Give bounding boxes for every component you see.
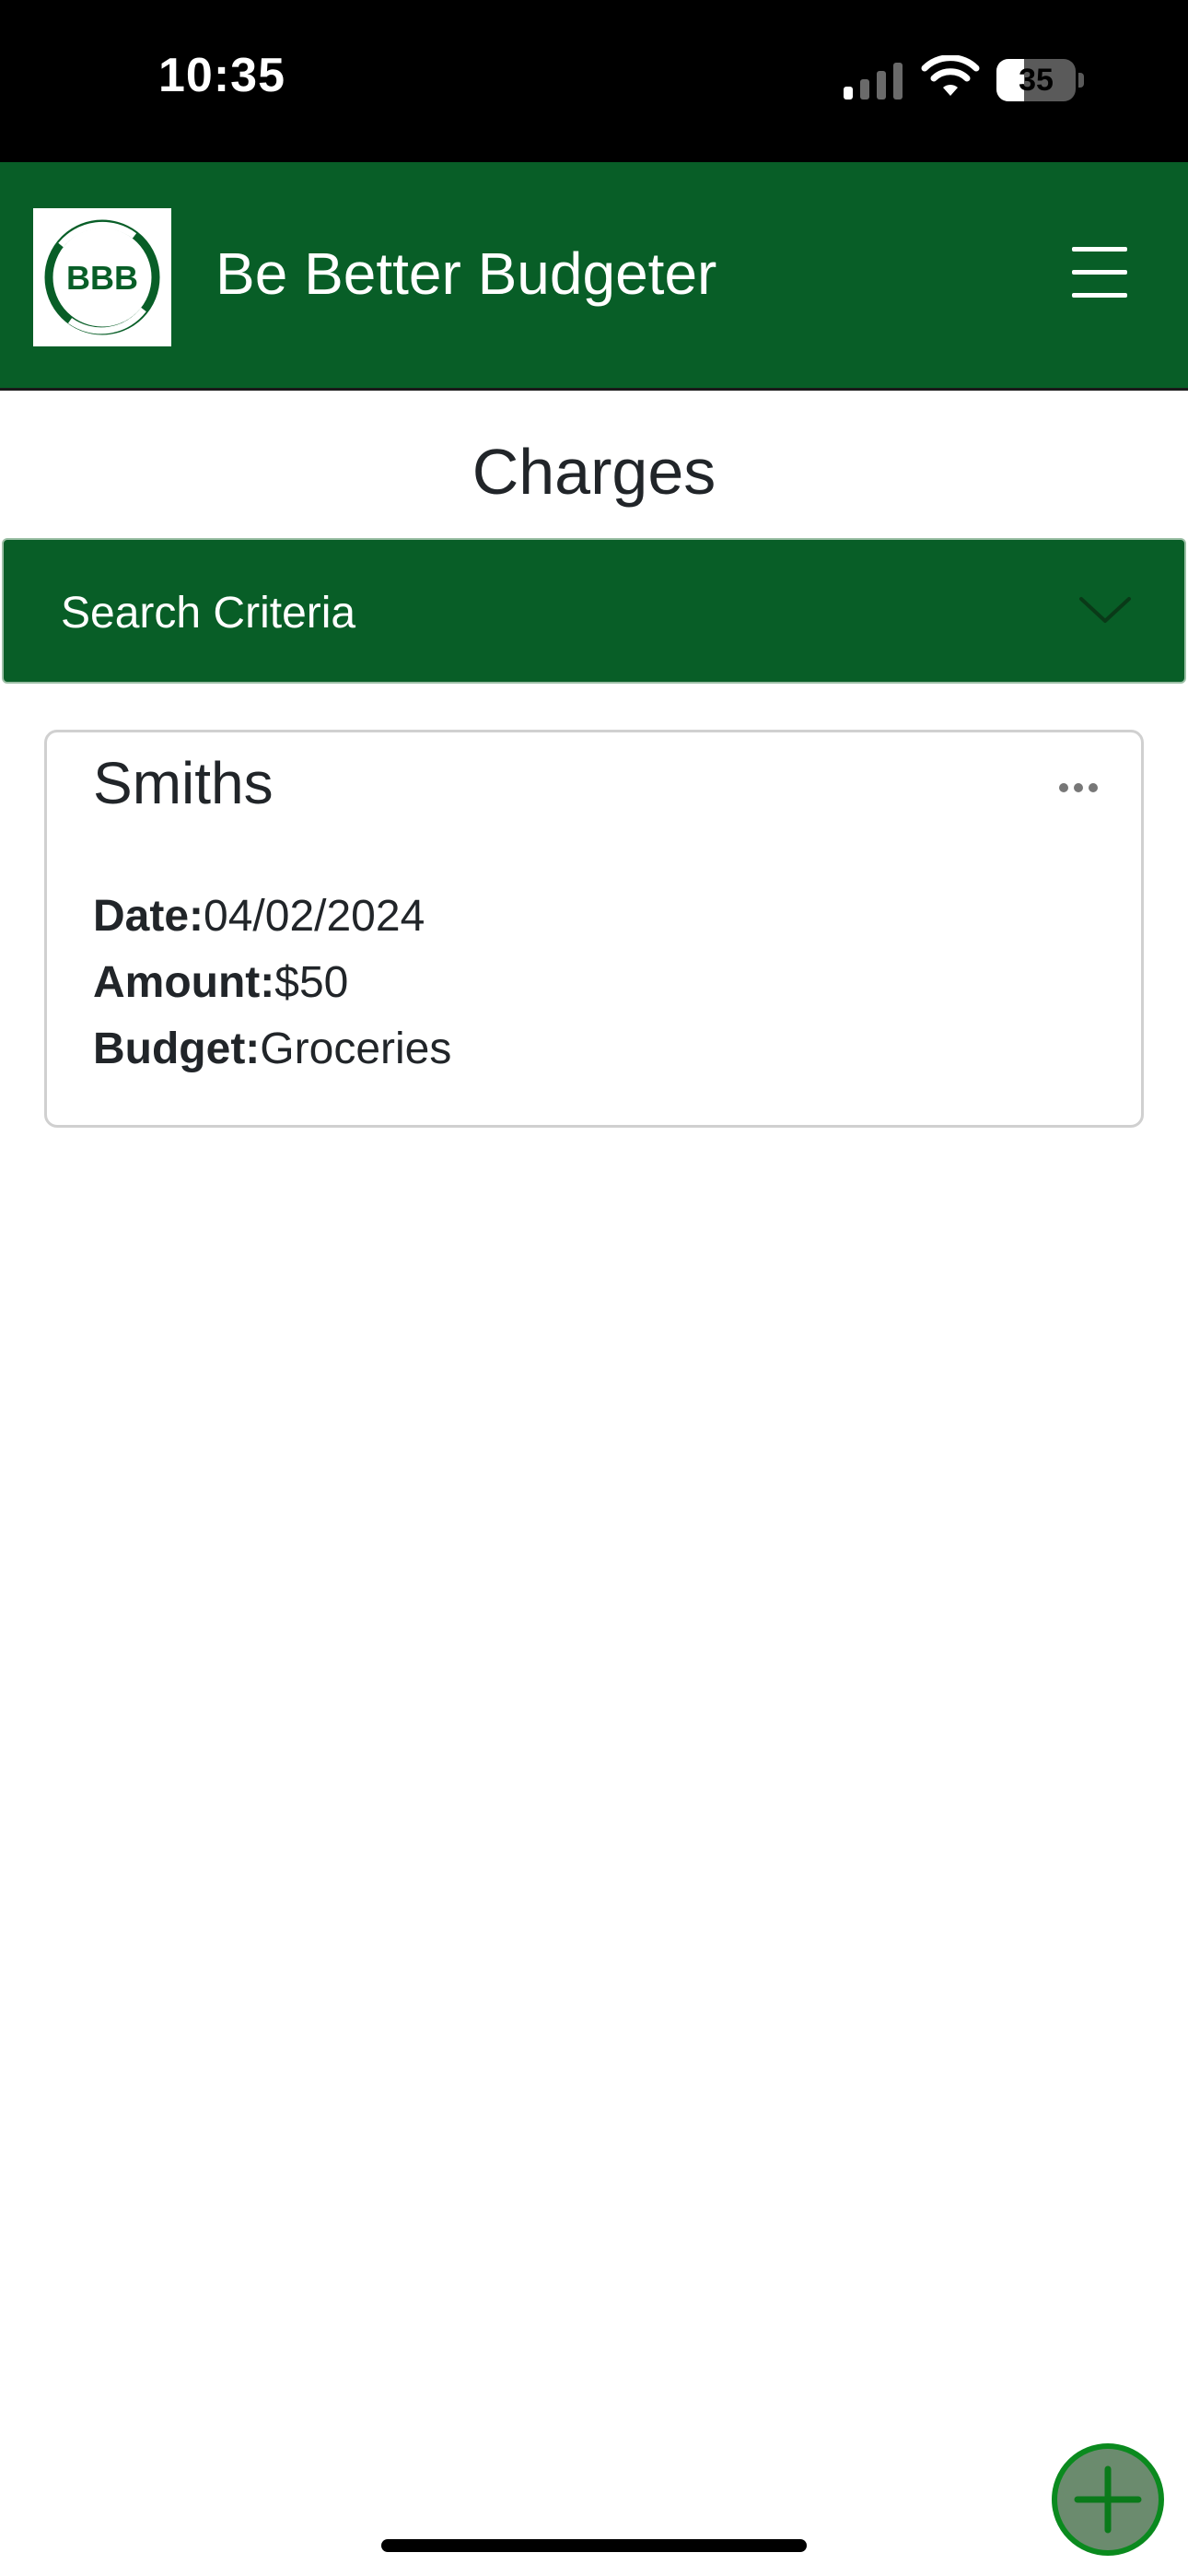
charge-card[interactable]: Smiths Date:04/02/2024 Amount:$50 Budget…: [44, 730, 1144, 1128]
battery-icon: 35: [996, 59, 1084, 101]
charge-date-row: Date:04/02/2024: [93, 891, 425, 942]
page-title: Charges: [472, 436, 716, 508]
app-title: Be Better Budgeter: [215, 240, 717, 307]
chevron-down-icon: [1079, 597, 1131, 623]
search-criteria-toggle[interactable]: Search Criteria: [2, 538, 1186, 684]
date-label: Date:: [93, 892, 204, 941]
status-time: 10:35: [158, 49, 285, 102]
charge-amount-row: Amount:$50: [93, 957, 348, 1008]
budget-label: Budget:: [93, 1025, 261, 1073]
svg-text:BBB: BBB: [66, 259, 138, 297]
amount-label: Amount:: [93, 958, 275, 1007]
plus-icon: [1074, 2465, 1142, 2534]
search-criteria-label: Search Criteria: [61, 589, 356, 638]
app-header: BBB Be Better Budgeter: [0, 162, 1188, 391]
budget-value: Groceries: [260, 1025, 452, 1073]
more-horizontal-icon[interactable]: [1056, 780, 1101, 795]
battery-level: 35: [1019, 63, 1054, 98]
home-indicator[interactable]: [381, 2539, 807, 2552]
charges-screen: 10:35 35 BBB Be Better Budgeter Charges …: [0, 0, 1188, 2576]
signal-icon: [844, 63, 903, 100]
app-logo[interactable]: BBB: [33, 208, 171, 346]
wifi-icon: [921, 55, 980, 96]
charge-budget-row: Budget:Groceries: [93, 1024, 451, 1074]
hamburger-menu-icon[interactable]: [1068, 243, 1135, 304]
add-charge-button[interactable]: [1052, 2443, 1164, 2556]
charge-name: Smiths: [93, 750, 274, 816]
status-bar: 10:35 35: [0, 0, 1188, 162]
date-value: 04/02/2024: [204, 892, 425, 941]
bbb-logo-icon: BBB: [44, 219, 160, 335]
amount-value: $50: [274, 958, 349, 1007]
